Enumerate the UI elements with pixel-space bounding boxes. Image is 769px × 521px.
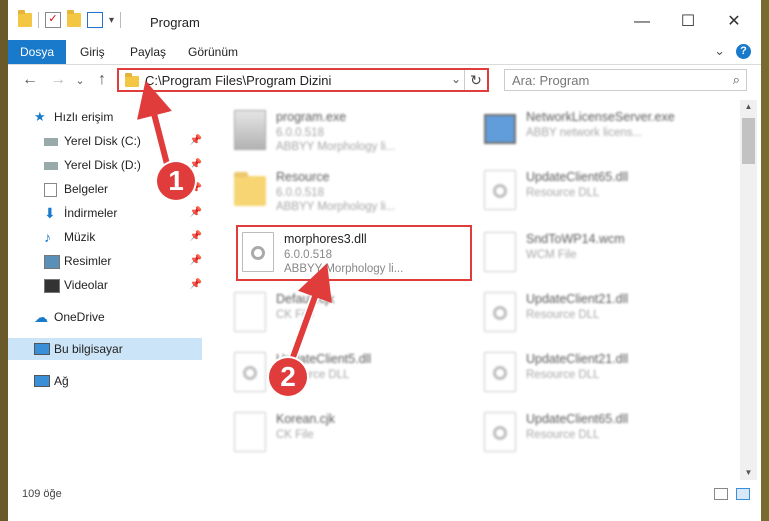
arrow-2 <box>289 263 332 362</box>
annotation-arrows <box>137 80 332 365</box>
step-2-badge: 2 <box>269 358 307 396</box>
step-1-badge: 1 <box>157 162 195 200</box>
arrow-1 <box>137 80 172 169</box>
